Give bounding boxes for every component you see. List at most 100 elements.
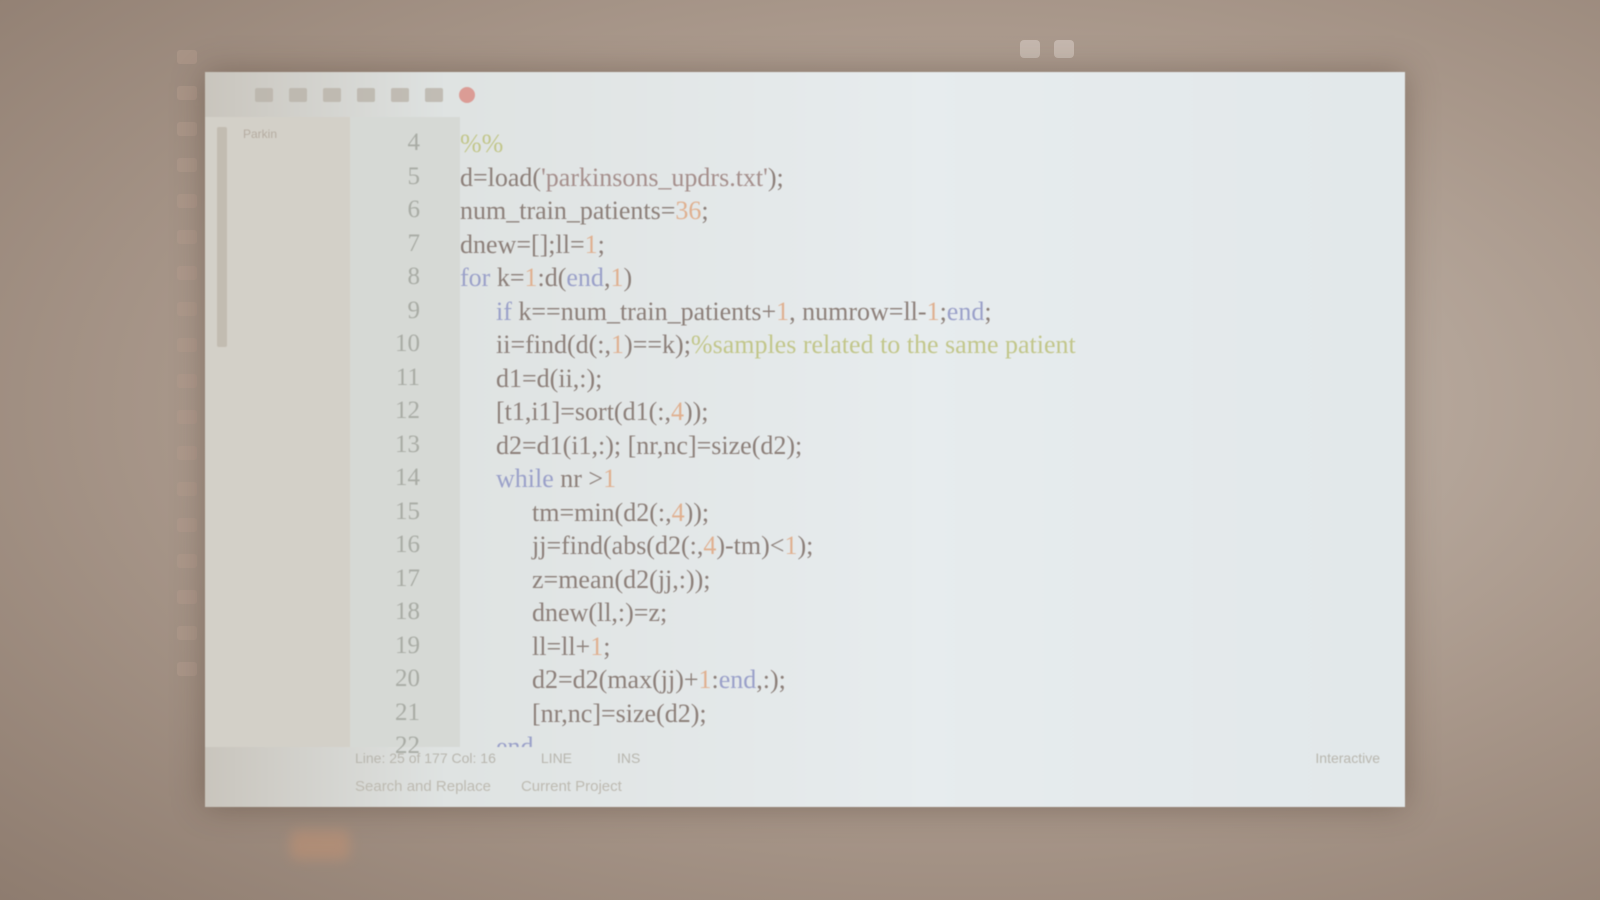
launcher-app-icon[interactable]: [177, 302, 197, 316]
tab-search-and-replace[interactable]: Search and Replace: [355, 778, 491, 800]
line-number: 12: [395, 397, 420, 424]
launcher-app-icon[interactable]: [177, 374, 197, 388]
code-line[interactable]: num_train_patients=36;: [460, 196, 709, 226]
code-line[interactable]: ii=find(d(:,1)==k);%samples related to t…: [496, 330, 1076, 360]
code-line[interactable]: d1=d(ii,:);: [496, 364, 602, 394]
launcher-app-icon[interactable]: [177, 158, 197, 172]
launcher-app-icon[interactable]: [177, 230, 197, 244]
code-editor[interactable]: %% d=load('parkinsons_updrs.txt'); num_tra…: [460, 117, 1405, 747]
line-number: 14: [395, 464, 420, 491]
line-number: 13: [395, 430, 420, 458]
line-number: 4: [407, 129, 421, 156]
code-line[interactable]: d2=d1(i1,:); [nr,nc]=size(d2);: [496, 431, 802, 461]
taskbar-glow: [290, 830, 350, 860]
line-number: 10: [395, 330, 420, 357]
line-number: 16: [395, 531, 420, 558]
open-file-icon[interactable]: [289, 87, 307, 102]
code-line[interactable]: [nr,nc]=size(d2);: [532, 699, 707, 729]
code-token: 1: [610, 263, 624, 292]
sidebar-tab[interactable]: [217, 127, 227, 347]
code-token: ;: [701, 196, 709, 225]
launcher-app-icon[interactable]: [177, 410, 197, 424]
launcher-app-icon[interactable]: [177, 518, 197, 532]
launcher-app-icon[interactable]: [177, 446, 197, 460]
file-browser-sidebar: Parkin: [205, 117, 350, 747]
code-line[interactable]: if k==num_train_patients+1, numrow=ll-1;…: [496, 297, 992, 327]
code-line[interactable]: z=mean(d2(jj,:));: [532, 565, 711, 595]
code-token: dnew=[];ll=: [460, 229, 585, 259]
code-token: 4: [670, 397, 684, 426]
code-token: 4: [703, 531, 717, 560]
code-token: ): [623, 263, 633, 292]
launcher-app-icon[interactable]: [177, 626, 197, 640]
launcher-app-icon[interactable]: [177, 662, 197, 676]
code-token: %%: [460, 129, 504, 158]
code-token: ;: [597, 229, 605, 259]
tab-current-project[interactable]: Current Project: [521, 778, 622, 800]
code-token: ;: [603, 631, 611, 661]
code-line[interactable]: tm=min(d2(:,4));: [532, 498, 709, 528]
code-token: );: [797, 531, 814, 560]
code-line[interactable]: d=load('parkinsons_updrs.txt');: [460, 163, 784, 193]
code-token: d=load(: [460, 162, 542, 192]
code-token: k==num_train_patients+: [511, 296, 777, 326]
stop-icon[interactable]: [459, 86, 475, 103]
code-token: dnew(ll,:)=z;: [532, 598, 668, 627]
new-file-icon[interactable]: [255, 87, 273, 102]
launcher-app-icon[interactable]: [177, 122, 197, 136]
code-token: ,:);: [756, 665, 786, 694]
code-line[interactable]: [t1,i1]=sort(d1(:,4));: [496, 397, 709, 427]
code-token: for: [460, 263, 491, 292]
launcher-app-icon[interactable]: [177, 590, 197, 604]
launcher: [170, 40, 204, 850]
save-all-icon[interactable]: [425, 87, 443, 102]
sidebar-tree-item[interactable]: Parkin: [243, 127, 277, 141]
toolbar: [205, 72, 1405, 117]
code-line[interactable]: dnew(ll,:)=z;: [532, 598, 667, 628]
code-token: ;: [984, 296, 992, 326]
code-token: d2=d2(max(jj)+: [532, 665, 699, 694]
top-panel-indicators: [1020, 40, 1074, 58]
code-token: [t1,i1]=sort(d1(:,: [496, 397, 671, 426]
launcher-app-icon[interactable]: [177, 50, 197, 64]
code-token: 1: [611, 330, 625, 359]
code-line[interactable]: dnew=[];ll=1;: [460, 230, 605, 260]
code-token: jj=find(abs(d2(:,: [532, 531, 704, 560]
code-token: ));: [683, 397, 709, 426]
code-token: ll=ll+: [532, 631, 591, 661]
code-line[interactable]: jj=find(abs(d2(:,4)-tm)<1);: [532, 531, 813, 561]
code-token: 4: [671, 497, 685, 527]
line-number: 8: [407, 263, 421, 290]
code-line[interactable]: for k=1:d(end,1): [460, 263, 632, 293]
code-token: [nr,nc]=size(d2);: [532, 698, 707, 728]
line-number: 6: [407, 196, 421, 223]
code-token: 36: [675, 196, 702, 225]
code-line[interactable]: while nr >1: [496, 464, 616, 494]
save-icon[interactable]: [391, 87, 409, 102]
launcher-app-icon[interactable]: [177, 194, 197, 208]
code-line[interactable]: ll=ll+1;: [532, 632, 610, 662]
line-number: 17: [395, 564, 420, 592]
code-line[interactable]: %%: [460, 129, 503, 159]
forward-icon[interactable]: [357, 87, 375, 102]
code-line[interactable]: end: [496, 732, 534, 747]
battery-icon[interactable]: [1054, 40, 1074, 58]
cursor-position: Line: 25 of 177 Col: 16: [355, 750, 496, 766]
network-icon[interactable]: [1020, 40, 1040, 58]
launcher-app-icon[interactable]: [177, 554, 197, 568]
code-token: while: [496, 464, 554, 493]
code-token: 1: [698, 665, 712, 694]
launcher-app-icon[interactable]: [177, 482, 197, 496]
launcher-app-icon[interactable]: [177, 338, 197, 352]
line-number: 11: [395, 363, 420, 391]
line-number-gutter: 4 5 6 7 8 9 10 11 12 13 14 15 16 17 18 19 20 21 22: [350, 117, 460, 759]
code-token: tm=min(d2(:,: [532, 497, 672, 527]
status-bar: Line: 25 of 177 Col: 16 LINE INS Interac…: [205, 750, 1405, 772]
code-token: ));: [684, 497, 710, 527]
launcher-app-icon[interactable]: [177, 86, 197, 100]
code-token: , numrow=ll-: [789, 296, 927, 326]
code-line[interactable]: d2=d2(max(jj)+1:end,:);: [532, 665, 786, 695]
launcher-app-icon[interactable]: [177, 266, 197, 280]
back-icon[interactable]: [323, 87, 341, 102]
code-token: 1: [926, 296, 940, 326]
